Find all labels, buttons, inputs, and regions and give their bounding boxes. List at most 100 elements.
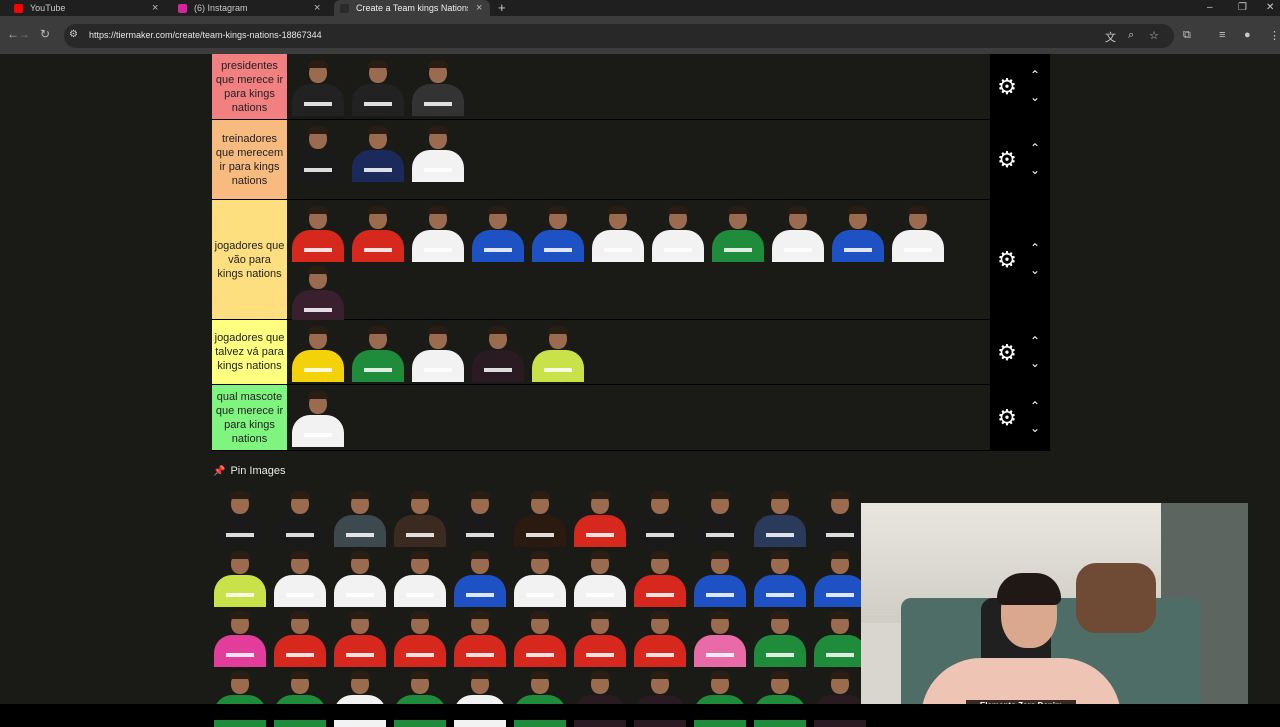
restore-button[interactable]: ❐ (1238, 0, 1247, 16)
chevron-down-icon[interactable]: ⌄ (1028, 357, 1042, 369)
profile-icon[interactable]: ● (1244, 29, 1251, 41)
player-card[interactable] (408, 202, 468, 262)
reload-icon[interactable]: ↻ (40, 27, 50, 41)
player-card[interactable] (768, 202, 828, 262)
chevron-up-icon[interactable]: ⌃ (1028, 142, 1042, 154)
player-kit (532, 350, 584, 382)
tab-instagram[interactable]: (6) Instagram × (178, 0, 328, 16)
chevron-up-icon[interactable]: ⌃ (1028, 69, 1042, 81)
chevron-up-icon[interactable]: ⌃ (1028, 400, 1042, 412)
player-card[interactable] (528, 322, 588, 382)
player-card[interactable] (528, 202, 588, 262)
tier-label[interactable]: jogadores que talvez vá para kings natio… (212, 320, 287, 384)
site-info-icon[interactable]: ⚙ (69, 29, 78, 40)
translate-icon[interactable]: 文 (1105, 29, 1116, 45)
gear-icon[interactable]: ⚙ (995, 248, 1019, 272)
player-card[interactable] (588, 202, 648, 262)
player-card[interactable] (288, 122, 348, 182)
gear-icon[interactable]: ⚙ (995, 340, 1019, 365)
player-card[interactable] (408, 56, 468, 116)
menu-icon[interactable]: ⋮ (1269, 29, 1280, 42)
close-tab-icon[interactable]: × (152, 2, 158, 14)
player-card[interactable] (690, 607, 750, 667)
tier-label[interactable]: treinadores que merecem ir para kings na… (212, 120, 287, 199)
player-card[interactable] (210, 487, 270, 547)
reading-list-icon[interactable]: ≡ (1219, 29, 1225, 41)
close-tab-icon[interactable]: × (314, 2, 320, 14)
tier-items[interactable] (288, 120, 990, 199)
chevron-up-icon[interactable]: ⌃ (1028, 335, 1042, 347)
player-card[interactable] (690, 487, 750, 547)
player-card[interactable] (270, 487, 330, 547)
player-card[interactable] (288, 56, 348, 116)
player-card[interactable] (450, 547, 510, 607)
player-card[interactable] (708, 202, 768, 262)
player-card[interactable] (750, 607, 810, 667)
player-card[interactable] (288, 387, 348, 447)
bookmark-star-icon[interactable]: ☆ (1149, 29, 1159, 42)
player-card[interactable] (330, 547, 390, 607)
player-card[interactable] (690, 547, 750, 607)
tier-items[interactable] (288, 200, 990, 322)
gear-icon[interactable]: ⚙ (995, 406, 1019, 430)
gear-icon[interactable]: ⚙ (995, 148, 1019, 172)
player-card[interactable] (408, 322, 468, 382)
extensions-icon[interactable]: ⧉ (1183, 29, 1191, 42)
player-card[interactable] (348, 322, 408, 382)
player-card[interactable] (630, 547, 690, 607)
player-card[interactable] (390, 547, 450, 607)
tier-items[interactable] (288, 54, 990, 119)
player-card[interactable] (570, 607, 630, 667)
player-card[interactable] (468, 202, 528, 262)
close-tab-icon[interactable]: × (476, 2, 482, 14)
minimize-button[interactable]: – (1207, 0, 1213, 16)
player-card[interactable] (288, 322, 348, 382)
player-card[interactable] (468, 322, 528, 382)
tier-items[interactable] (288, 320, 990, 384)
player-card[interactable] (330, 607, 390, 667)
player-card[interactable] (390, 607, 450, 667)
player-card[interactable] (270, 547, 330, 607)
zoom-icon[interactable]: ⌕ (1128, 29, 1134, 42)
gear-icon[interactable]: ⚙ (995, 75, 1019, 99)
player-card[interactable] (348, 202, 408, 262)
player-card[interactable] (570, 487, 630, 547)
player-card[interactable] (510, 547, 570, 607)
player-card[interactable] (570, 547, 630, 607)
player-card[interactable] (888, 202, 948, 262)
player-card[interactable] (330, 487, 390, 547)
player-card[interactable] (750, 487, 810, 547)
player-card[interactable] (750, 547, 810, 607)
new-tab-button[interactable]: + (498, 0, 506, 16)
tier-label[interactable]: qual mascote que merece ir para kings na… (212, 385, 287, 450)
player-card[interactable] (288, 262, 348, 322)
tier-items[interactable] (288, 385, 990, 450)
chevron-up-icon[interactable]: ⌃ (1028, 242, 1042, 254)
player-card[interactable] (288, 202, 348, 262)
tab-youtube[interactable]: YouTube × (14, 0, 164, 16)
player-card[interactable] (210, 607, 270, 667)
player-card[interactable] (450, 487, 510, 547)
player-card[interactable] (450, 607, 510, 667)
player-card[interactable] (630, 487, 690, 547)
tab-tiermaker[interactable]: Create a Team kings Nations Ti × (334, 0, 490, 16)
player-card[interactable] (348, 122, 408, 182)
player-card[interactable] (510, 607, 570, 667)
player-card[interactable] (510, 487, 570, 547)
player-card[interactable] (648, 202, 708, 262)
player-card[interactable] (348, 56, 408, 116)
player-card[interactable] (390, 487, 450, 547)
player-card[interactable] (270, 607, 330, 667)
chevron-down-icon[interactable]: ⌄ (1028, 91, 1042, 103)
player-card[interactable] (408, 122, 468, 182)
tier-label[interactable]: jogadores que vão para kings nations (212, 200, 287, 319)
chevron-down-icon[interactable]: ⌄ (1028, 422, 1042, 434)
chevron-down-icon[interactable]: ⌄ (1028, 164, 1042, 176)
player-card[interactable] (630, 607, 690, 667)
tier-label[interactable]: presidentes que merece ir para kings nat… (212, 54, 287, 119)
player-card[interactable] (828, 202, 888, 262)
player-card[interactable] (210, 547, 270, 607)
close-window-button[interactable]: ✕ (1266, 0, 1274, 16)
forward-icon[interactable]: → (18, 27, 30, 41)
chevron-down-icon[interactable]: ⌄ (1028, 264, 1042, 276)
